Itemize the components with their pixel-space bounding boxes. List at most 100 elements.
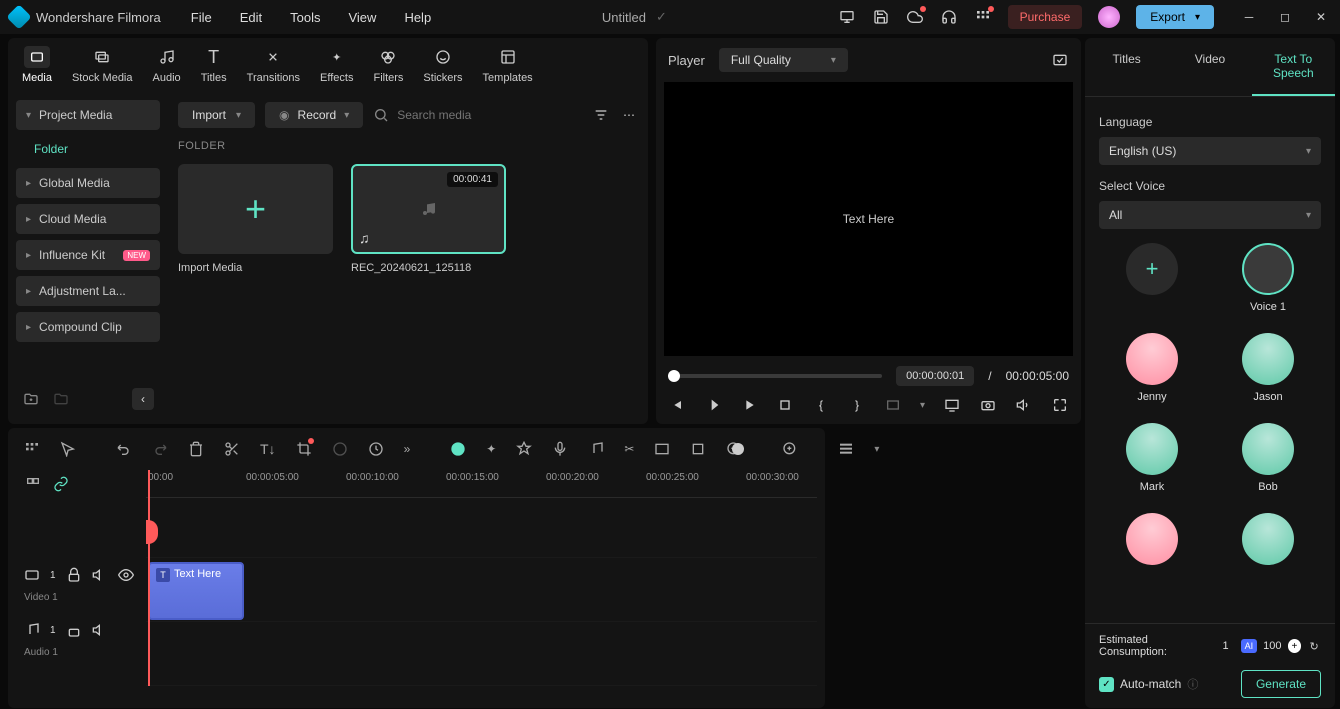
voice-filter-select[interactable]: All▾ [1099,201,1321,229]
menu-view[interactable]: View [348,10,376,25]
split-icon[interactable] [224,440,240,458]
sidebar-folder[interactable]: Folder [16,136,160,162]
voice-jason[interactable]: Jason [1215,333,1321,403]
apps-icon[interactable] [974,8,992,26]
play-icon[interactable] [740,396,758,414]
voiceover-icon[interactable] [552,440,568,458]
filter-icon[interactable] [592,106,610,124]
display-icon[interactable] [943,396,961,414]
tab-media[interactable]: Media [22,46,52,84]
lock-icon[interactable] [66,567,82,583]
lock-icon[interactable] [66,622,82,638]
import-media-tile[interactable]: + Import Media [178,164,333,274]
help-icon[interactable]: ⓘ [1187,676,1198,692]
spacer-track[interactable] [146,498,817,558]
cursor-icon[interactable] [60,440,76,458]
fullscreen-icon[interactable] [1051,396,1069,414]
cloud-icon[interactable] [906,8,924,26]
video-preview[interactable]: Text Here [664,82,1073,356]
zoom-in-icon[interactable] [782,440,798,458]
tab-templates[interactable]: Templates [483,46,533,84]
audio-mix-icon[interactable] [588,440,604,458]
progress-bar[interactable] [668,374,882,378]
language-select[interactable]: English (US)▾ [1099,137,1321,165]
audio-track[interactable] [146,622,817,686]
undo-icon[interactable] [116,440,132,458]
tts-tab-video[interactable]: Video [1168,38,1251,96]
sidebar-global-media[interactable]: ▸Global Media [16,168,160,198]
keyframe-icon[interactable]: ✂ [624,440,634,458]
tts-tab-tts[interactable]: Text To Speech [1252,38,1335,96]
maximize-icon[interactable]: ◻ [1276,8,1294,26]
stop-icon[interactable] [776,396,794,414]
track-options-icon[interactable] [24,475,42,493]
tab-titles[interactable]: TTitles [201,46,227,84]
video-track-header[interactable]: 1 [16,558,146,592]
ratio-dropdown-icon[interactable]: ▾ [920,400,925,411]
close-icon[interactable]: ✕ [1312,8,1330,26]
play-pause-icon[interactable] [704,396,722,414]
layout-dropdown-icon[interactable]: ▾ [874,444,879,455]
tab-audio[interactable]: Audio [153,46,181,84]
render-icon[interactable] [654,440,670,458]
import-button[interactable]: Import▾ [178,102,255,128]
prev-frame-icon[interactable] [668,396,686,414]
more-icon[interactable]: ⋯ [620,106,638,124]
mark-out-icon[interactable]: } [848,396,866,414]
adjust-icon[interactable] [690,440,706,458]
sidebar-adjustment-layer[interactable]: ▸Adjustment La... [16,276,160,306]
voice-1[interactable]: Voice 1 [1215,243,1321,313]
search-input[interactable] [397,108,582,122]
tab-filters[interactable]: Filters [373,46,403,84]
sparkle-icon[interactable]: ✦ [486,440,496,458]
delete-icon[interactable] [188,440,204,458]
mute-icon[interactable] [92,622,108,638]
voice-item[interactable] [1215,513,1321,571]
export-button[interactable]: Export▾ [1136,5,1214,29]
record-button[interactable]: ◉Record▾ [265,102,363,128]
sidebar-compound-clip[interactable]: ▸Compound Clip [16,312,160,342]
refresh-icon[interactable]: ↻ [1307,639,1321,653]
new-folder-icon[interactable] [22,390,40,408]
media-clip[interactable]: 00:00:41 ♫ REC_20240621_125118 [351,164,506,274]
collapse-sidebar-icon[interactable]: ‹ [132,388,154,410]
add-credits-icon[interactable]: + [1288,639,1302,653]
ai-icon[interactable] [450,440,466,458]
speed-icon[interactable] [368,440,384,458]
quality-select[interactable]: Full Quality▾ [719,48,848,72]
expand-icon[interactable]: » [404,440,411,458]
headphones-icon[interactable] [940,8,958,26]
folder-icon[interactable] [52,390,70,408]
save-icon[interactable] [872,8,890,26]
monitor-icon[interactable] [838,8,856,26]
playhead[interactable] [148,470,150,686]
visibility-icon[interactable] [118,567,134,583]
ratio-icon[interactable] [884,396,902,414]
mute-icon[interactable] [92,567,108,583]
user-avatar[interactable] [1098,6,1120,28]
track-area[interactable]: 00:00 00:00:05:00 00:00:10:00 00:00:15:0… [146,470,817,686]
menu-edit[interactable]: Edit [240,10,262,25]
sidebar-influence-kit[interactable]: ▸Influence KitNEW [16,240,160,270]
tab-transitions[interactable]: Transitions [247,46,300,84]
menu-tools[interactable]: Tools [290,10,320,25]
snapshot-icon[interactable] [1051,51,1069,69]
voice-jenny[interactable]: Jenny [1099,333,1205,403]
tts-tab-titles[interactable]: Titles [1085,38,1168,96]
tab-stock[interactable]: Stock Media [72,46,133,84]
sync-icon[interactable]: ✓ [656,9,667,25]
redo-icon[interactable] [152,440,168,458]
voice-add[interactable]: + [1099,243,1205,313]
sidebar-project-media[interactable]: ▾Project Media [16,100,160,130]
speed-ramp-icon[interactable] [332,440,348,458]
mark-in-icon[interactable]: { [812,396,830,414]
camera-icon[interactable] [979,396,997,414]
minimize-icon[interactable]: ─ [1240,8,1258,26]
menu-file[interactable]: File [191,10,212,25]
sidebar-cloud-media[interactable]: ▸Cloud Media [16,204,160,234]
audio-track-header[interactable]: 1 [16,613,146,647]
voice-bob[interactable]: Bob [1215,423,1321,493]
voice-mark[interactable]: Mark [1099,423,1205,493]
automatch-checkbox[interactable]: ✓ Auto-match ⓘ [1099,676,1198,692]
video-track[interactable]: T Text Here [146,558,817,622]
